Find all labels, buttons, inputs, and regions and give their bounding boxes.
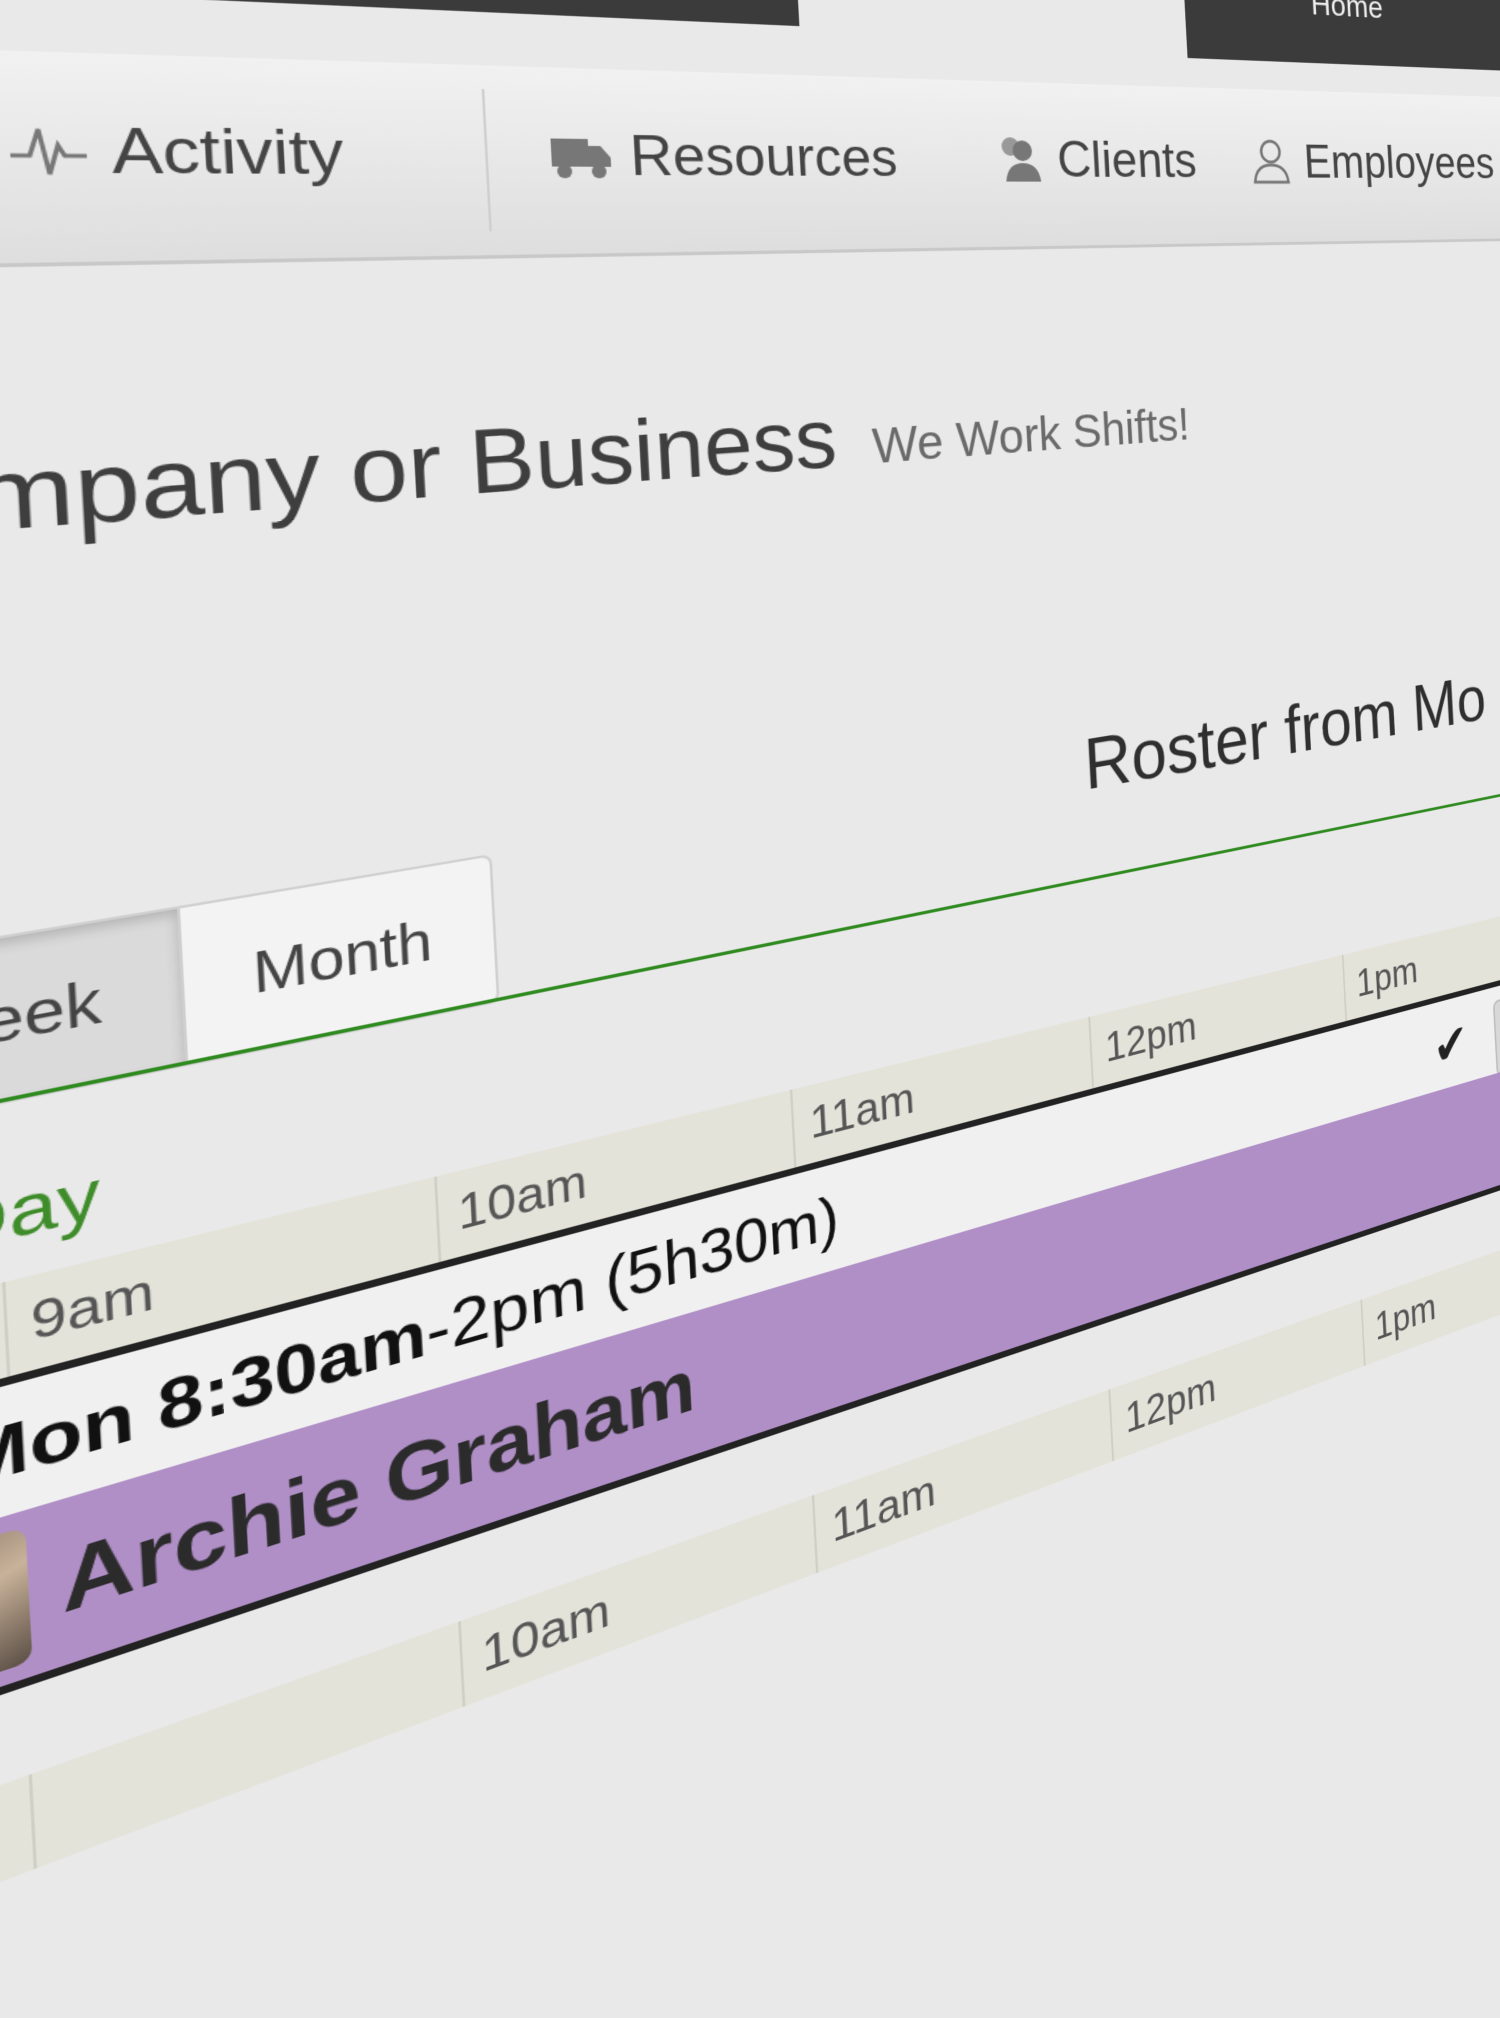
- week-view-button[interactable]: Week: [0, 908, 186, 1138]
- time-tick: 10am: [458, 1495, 817, 1708]
- avatar: [0, 1525, 33, 1717]
- home-button[interactable]: Home: [1181, 0, 1500, 71]
- app-window: Home s Activity Resources: [0, 0, 1500, 1990]
- nav-item-label: Clients: [1055, 130, 1198, 188]
- home-label: Home: [1309, 0, 1384, 26]
- company-name: Company or Business: [0, 392, 839, 569]
- top-bar-left: [0, 0, 800, 27]
- time-tick: 1pm: [1360, 1225, 1500, 1367]
- nav-divider: [481, 88, 492, 232]
- shift-action-button[interactable]: [1492, 982, 1500, 1077]
- nav-item-label: Resources: [628, 123, 899, 188]
- nav-item-activity[interactable]: Activity: [4, 104, 346, 197]
- time-tick: 12pm: [1108, 1299, 1365, 1462]
- roster-title: Roster from Mo: [1082, 662, 1488, 805]
- check-icon[interactable]: ✔: [1432, 1011, 1469, 1078]
- user-icon: [1248, 136, 1294, 186]
- nav-item-clients[interactable]: Clients: [991, 123, 1198, 196]
- nav-item-label: Employees: [1302, 135, 1496, 189]
- view-toggle: Week Month: [0, 853, 500, 1141]
- company-tagline: We Work Shifts!: [870, 397, 1191, 475]
- nav-item-label: Activity: [109, 114, 346, 188]
- main-nav: s Activity Resources Clients: [0, 42, 1500, 272]
- nav-item-employees[interactable]: Employees: [1247, 127, 1495, 194]
- truck-icon: [550, 138, 612, 179]
- time-tick: 11am: [811, 1389, 1113, 1574]
- clients-icon: [1001, 137, 1042, 182]
- page-title: Company or Business We Work Shifts!: [0, 371, 1191, 569]
- activity-icon: [5, 115, 92, 184]
- nav-item-resources[interactable]: Resources: [547, 114, 900, 196]
- time-tick: [0, 1775, 34, 1948]
